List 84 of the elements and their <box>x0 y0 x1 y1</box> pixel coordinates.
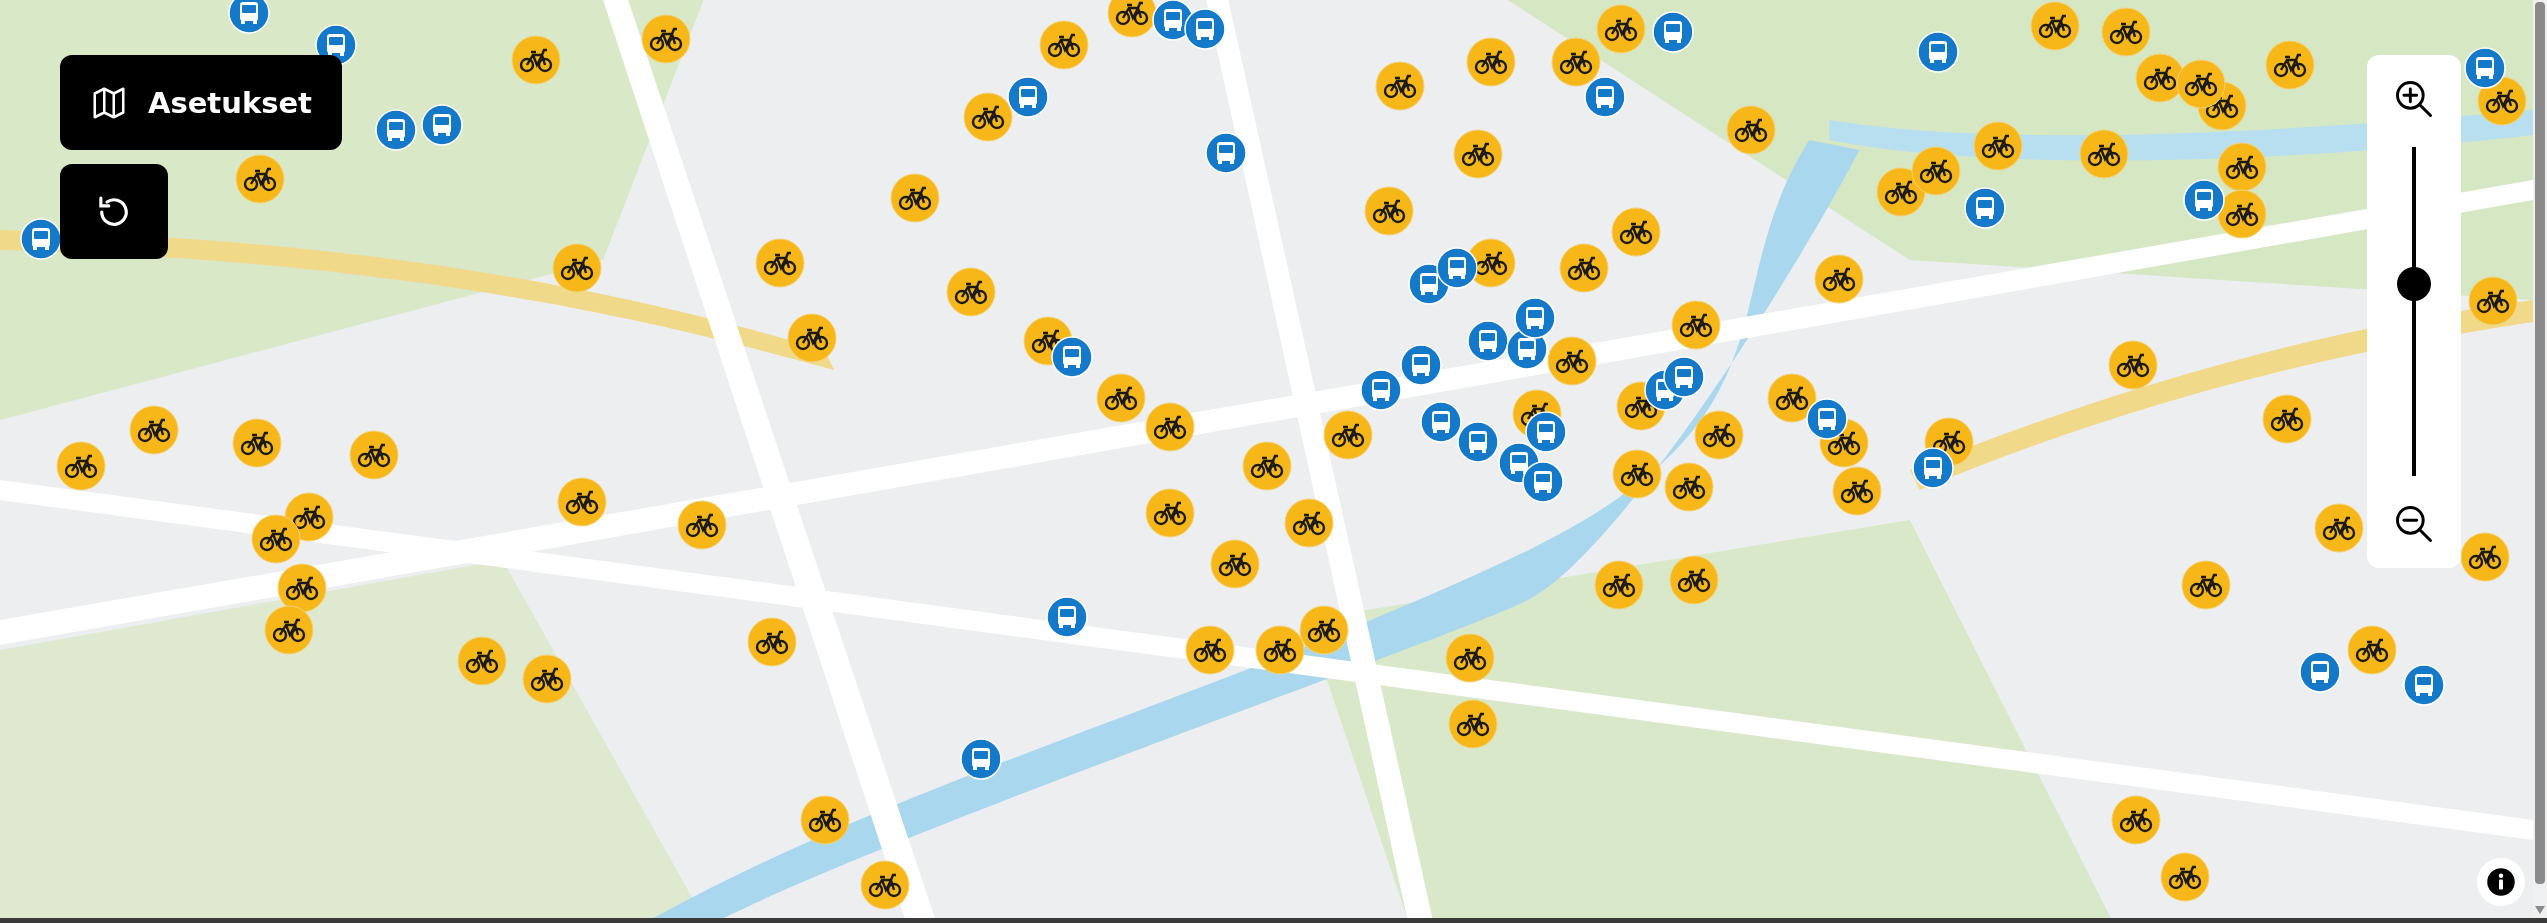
bicycle-pin-icon[interactable] <box>1972 121 2023 172</box>
bicycle-pin-icon[interactable] <box>264 605 315 656</box>
bicycle-pin-icon[interactable] <box>348 429 399 480</box>
bicycle-pin-icon[interactable] <box>1209 538 1260 589</box>
bicycle-pin-icon[interactable] <box>1242 441 1292 492</box>
scroll-down-icon[interactable] <box>2535 906 2545 914</box>
bicycle-pin-icon[interactable] <box>2346 624 2397 675</box>
bicycle-pin-icon[interactable] <box>1448 699 1499 750</box>
bicycle-pin-icon[interactable] <box>277 563 328 613</box>
bicycle-pin-icon[interactable] <box>1363 186 1414 237</box>
bicycle-pin-icon[interactable] <box>1670 299 1721 350</box>
bicycle-pin-icon[interactable] <box>1466 36 1517 87</box>
bicycle-pin-icon[interactable] <box>457 636 508 687</box>
bicycle-pin-icon[interactable] <box>1144 488 1195 539</box>
bicycle-pin-icon[interactable] <box>2159 852 2210 903</box>
bus-pin-icon[interactable] <box>1051 336 1094 379</box>
bicycle-pin-icon[interactable] <box>962 91 1013 142</box>
bicycle-pin-icon[interactable] <box>2314 502 2365 553</box>
bicycle-pin-icon[interactable] <box>1038 20 1089 71</box>
bicycle-pin-icon[interactable] <box>2216 142 2267 193</box>
bicycle-pin-icon[interactable] <box>1107 0 1158 38</box>
slider-thumb[interactable] <box>2397 266 2431 301</box>
bicycle-pin-icon[interactable] <box>800 795 851 846</box>
bicycle-pin-icon[interactable] <box>2180 559 2231 610</box>
bicycle-pin-icon[interactable] <box>2176 59 2226 110</box>
bicycle-pin-icon[interactable] <box>234 153 285 204</box>
bicycle-pin-icon[interactable] <box>1610 207 1661 258</box>
bicycle-pin-icon[interactable] <box>1558 243 1609 293</box>
bicycle-pin-icon[interactable] <box>860 860 911 911</box>
bicycle-pin-icon[interactable] <box>2111 795 2162 846</box>
bicycle-pin-icon[interactable] <box>1284 498 1335 549</box>
bicycle-pin-icon[interactable] <box>251 514 302 565</box>
bicycle-pin-icon[interactable] <box>754 238 805 289</box>
bicycle-pin-icon[interactable] <box>2265 39 2316 90</box>
bicycle-pin-icon[interactable] <box>1669 554 1720 605</box>
bus-pin-icon[interactable] <box>1525 411 1568 454</box>
bicycle-pin-icon[interactable] <box>56 441 107 492</box>
bicycle-pin-icon[interactable] <box>1612 449 1663 500</box>
settings-button[interactable]: Asetukset <box>60 55 342 150</box>
bicycle-pin-icon[interactable] <box>1144 402 1195 453</box>
bicycle-pin-icon[interactable] <box>2262 394 2313 445</box>
bicycle-pin-icon[interactable] <box>551 243 602 293</box>
scrollbar-thumb[interactable] <box>2535 2 2545 884</box>
bicycle-pin-icon[interactable] <box>1664 462 1715 513</box>
bicycle-pin-icon[interactable] <box>1375 61 1426 112</box>
bicycle-pin-icon[interactable] <box>1596 4 1647 55</box>
bicycle-pin-icon[interactable] <box>746 616 797 667</box>
bicycle-pin-icon[interactable] <box>676 499 727 550</box>
bicycle-pin-icon[interactable] <box>231 418 282 469</box>
bus-pin-icon[interactable] <box>19 217 62 260</box>
bicycle-pin-icon[interactable] <box>2078 129 2129 180</box>
bicycle-pin-icon[interactable] <box>1693 410 1744 461</box>
bicycle-pin-icon[interactable] <box>1766 372 1817 423</box>
bicycle-pin-icon[interactable] <box>1095 372 1146 423</box>
bicycle-pin-icon[interactable] <box>511 35 562 86</box>
bicycle-pin-icon[interactable] <box>2468 275 2519 326</box>
bicycle-pin-icon[interactable] <box>1453 129 1504 180</box>
bicycle-pin-icon[interactable] <box>129 405 180 456</box>
bicycle-pin-icon[interactable] <box>1298 605 1349 656</box>
bicycle-pin-icon[interactable] <box>1445 632 1496 683</box>
bicycle-pin-icon[interactable] <box>1547 335 1598 386</box>
bicycle-pin-icon[interactable] <box>1911 145 1962 196</box>
bicycle-pin-icon[interactable] <box>2101 7 2152 58</box>
bicycle-pin-icon[interactable] <box>641 14 691 64</box>
bicycle-pin-icon[interactable] <box>2460 532 2511 583</box>
bicycle-pin-icon[interactable] <box>1594 559 1645 610</box>
bicycle-pin-icon[interactable] <box>556 476 607 527</box>
bicycle-pin-icon[interactable] <box>1185 624 1236 675</box>
bicycle-pin-icon[interactable] <box>1726 104 1777 155</box>
bicycle-pin-icon[interactable] <box>1323 410 1374 461</box>
bicycle-pin-icon[interactable] <box>2216 189 2267 240</box>
bicycle-pin-icon[interactable] <box>1813 254 1864 305</box>
bicycle-pin-icon[interactable] <box>946 267 997 318</box>
bus-pin-icon[interactable] <box>1806 398 1849 441</box>
info-icon <box>2486 867 2516 897</box>
bicycle-pin-icon[interactable] <box>1550 36 1601 87</box>
reset-button[interactable] <box>60 164 168 259</box>
bicycle-pin-icon[interactable] <box>522 653 573 704</box>
bicycle-pin-icon[interactable] <box>2029 1 2080 51</box>
bicycle-pin-icon[interactable] <box>889 173 940 224</box>
bicycle-pin-icon[interactable] <box>1831 465 1882 516</box>
bicycle-pin-icon[interactable] <box>1255 624 1305 675</box>
bicycle-pin-icon[interactable] <box>2107 340 2158 391</box>
bicycle-pin-icon[interactable] <box>787 312 838 363</box>
